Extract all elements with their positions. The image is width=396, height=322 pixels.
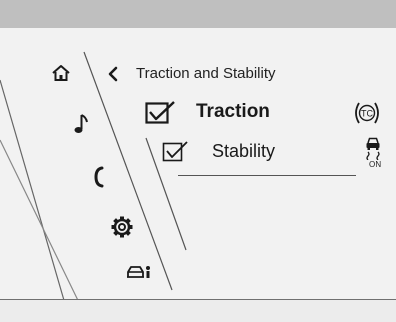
page-title: Traction and Stability: [136, 65, 276, 82]
stability-label: Stability: [212, 141, 276, 161]
music-note-icon[interactable]: [73, 113, 89, 135]
stability-checkbox[interactable]: [162, 141, 190, 163]
vehicle-settings-icon[interactable]: [126, 264, 152, 280]
traction-label: Traction: [196, 101, 270, 122]
back-chevron-icon[interactable]: [108, 66, 118, 82]
traction-control-icon: TC: [355, 102, 379, 124]
row-divider: [178, 175, 356, 176]
traction-checkbox[interactable]: [145, 101, 177, 125]
home-icon[interactable]: [51, 64, 71, 82]
phone-icon[interactable]: [92, 165, 106, 189]
infotainment-screen: Traction and Stability Traction TC Stabi…: [0, 0, 396, 322]
svg-text:TC: TC: [361, 109, 373, 119]
bottom-strip: [0, 299, 396, 322]
diagonal-decor-lines: [0, 51, 187, 321]
gear-icon[interactable]: [111, 216, 133, 238]
stability-status-text: ON: [369, 160, 382, 169]
stability-control-icon: [366, 137, 380, 160]
